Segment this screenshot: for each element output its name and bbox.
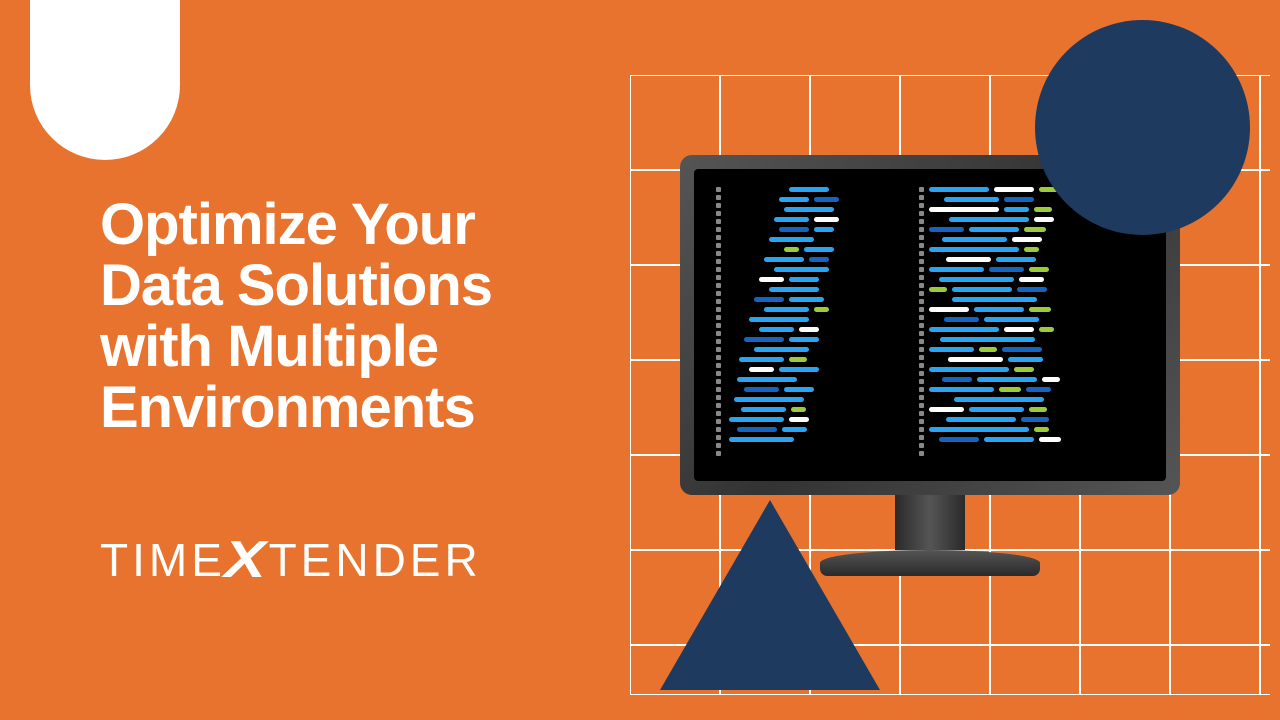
monitor-neck xyxy=(895,495,965,550)
white-corner-shape xyxy=(30,0,180,160)
code-column-left xyxy=(724,187,894,463)
navy-circle-shape xyxy=(1035,20,1250,235)
brand-part2: TENDER xyxy=(269,533,482,587)
headline-text: Optimize YourData Solutionswith Multiple… xyxy=(100,195,492,439)
brand-x: X xyxy=(224,530,270,590)
navy-triangle-shape xyxy=(660,500,880,690)
brand-logo: TIME X TENDER xyxy=(100,530,482,590)
brand-part1: TIME xyxy=(100,533,226,587)
code-ruler-left xyxy=(716,187,721,463)
code-ruler-right xyxy=(919,187,924,463)
